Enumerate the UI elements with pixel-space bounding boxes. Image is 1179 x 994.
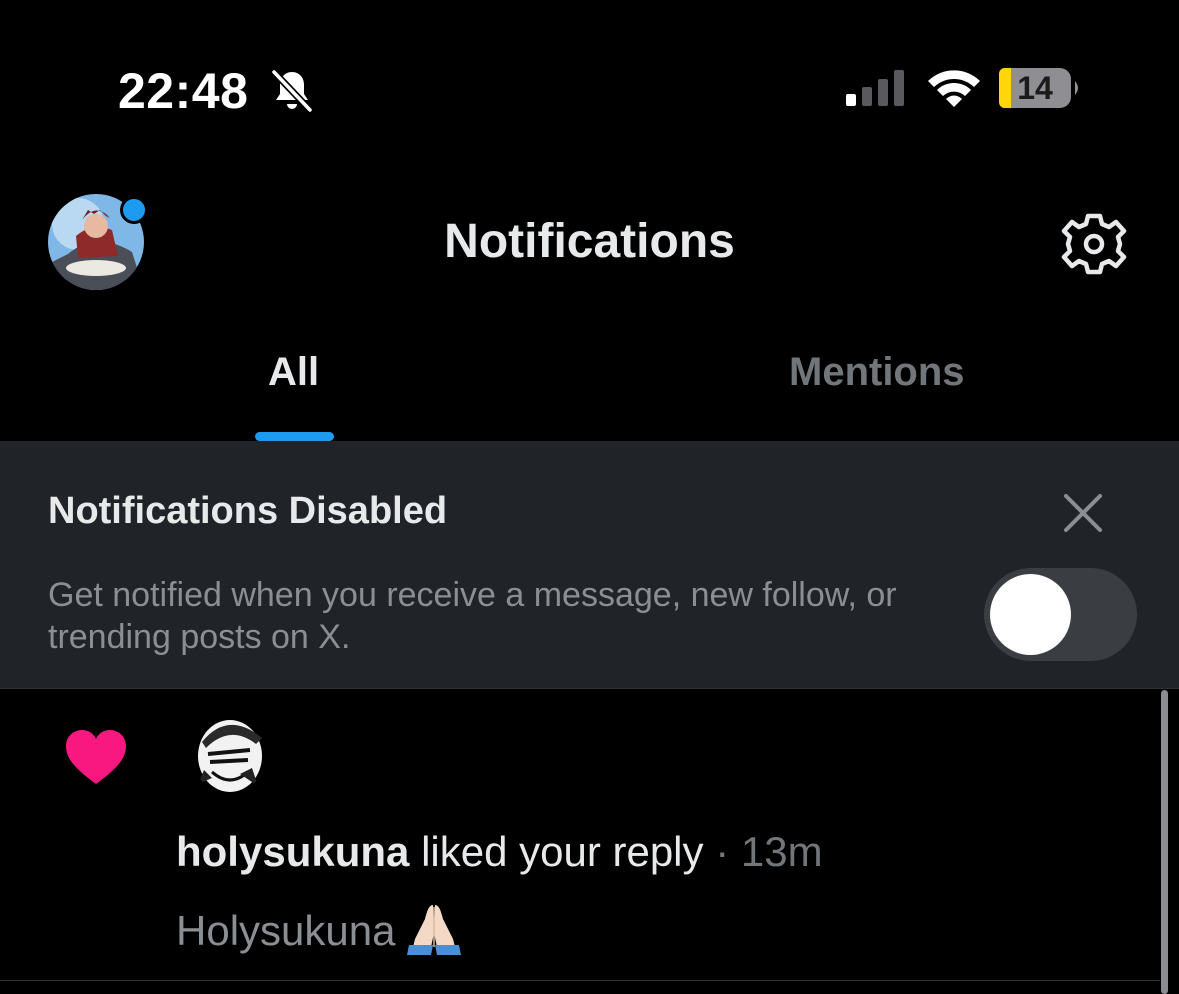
- selected-tab-indicator: [255, 432, 334, 441]
- banner-description: Get notified when you receive a message,…: [48, 576, 897, 656]
- status-time: 22:48: [118, 63, 249, 119]
- bell-slash-icon: [271, 69, 313, 113]
- scrollbar[interactable]: [1161, 690, 1168, 994]
- notification-time: 13m: [740, 828, 823, 875]
- cellular-signal-icon: [846, 70, 904, 106]
- toggle-knob: [990, 574, 1071, 655]
- liker-avatar[interactable]: [192, 714, 266, 794]
- divider: [0, 980, 1160, 981]
- folded-hands-emoji: [407, 905, 462, 955]
- liker-avatar-image: [192, 714, 266, 794]
- tab-mentions[interactable]: Mentions: [789, 350, 965, 395]
- battery-level: 14: [1017, 69, 1053, 106]
- page-title: Notifications: [444, 215, 735, 268]
- notification-post-text[interactable]: Holysukuna: [176, 903, 463, 955]
- banner-title: Notifications Disabled: [48, 490, 448, 532]
- wifi-icon: [928, 70, 980, 107]
- notification-summary[interactable]: holysukuna liked your reply · 13m: [176, 828, 823, 876]
- notifications-toggle[interactable]: [984, 568, 1137, 661]
- tab-all[interactable]: All: [268, 350, 319, 395]
- gear-icon[interactable]: [1060, 210, 1128, 278]
- notifications-screen: 22:48 14 Notifications All Mentions Noti…: [0, 0, 1179, 994]
- close-icon[interactable]: [1060, 490, 1106, 536]
- post-text: Holysukuna: [176, 907, 396, 954]
- heart-icon: [66, 730, 126, 784]
- notification-username[interactable]: holysukuna: [176, 828, 409, 875]
- notification-action: liked your reply: [421, 828, 704, 875]
- notification-separator: ·: [715, 828, 730, 875]
